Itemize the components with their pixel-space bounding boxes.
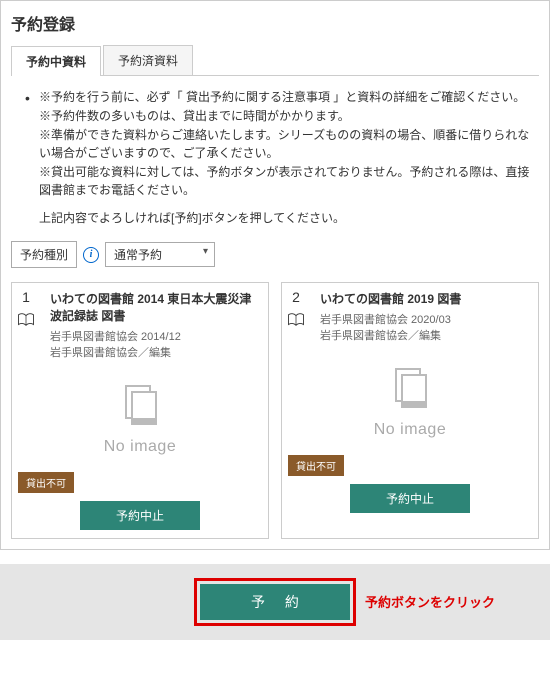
reservation-type-select[interactable]: 通常予約 <box>105 242 215 267</box>
card-image-placeholder: No image <box>282 345 538 449</box>
info-line: ※貸出可能な資料に対しては、予約ボタンが表示されておりません。予約される際は、直… <box>39 163 539 199</box>
reservation-type-row: 予約種別 i 通常予約 <box>11 241 539 268</box>
unavailable-badge: 貸出不可 <box>18 472 74 493</box>
card-number: 1 <box>12 283 40 311</box>
info-icon[interactable]: i <box>83 247 99 263</box>
card-meta: 岩手県図書館協会 2020/03 <box>320 312 528 329</box>
noimage-text: No image <box>374 421 446 439</box>
tab-reserved[interactable]: 予約済資料 <box>103 45 193 75</box>
info-line: ※予約を行う前に、必ず「 貸出予約に関する注意事項 」と資料の詳細をご確認くださ… <box>39 88 539 106</box>
card-meta: 岩手県図書館協会 2014/12 <box>50 329 258 346</box>
info-line: 上記内容でよろしければ[予約]ボタンを押してください。 <box>39 209 539 227</box>
noimage-text: No image <box>104 438 176 456</box>
tab-reserving[interactable]: 予約中資料 <box>11 46 101 76</box>
reserve-button[interactable]: 予 約 <box>200 584 350 620</box>
card-meta: 岩手県図書館協会／編集 <box>320 328 528 345</box>
cancel-reservation-button[interactable]: 予約中止 <box>350 484 470 513</box>
book-icon <box>282 311 310 330</box>
action-bar: 予 約 予約ボタンをクリック <box>0 564 550 640</box>
reserve-instruction: 予約ボタンをクリック <box>365 592 495 611</box>
reservation-card: 1 いわての図書館 2014 東日本大震災津波記録誌 図書 岩手県図書館協会 2… <box>11 282 269 539</box>
card-title: いわての図書館 2019 図書 <box>320 291 528 308</box>
card-title: いわての図書館 2014 東日本大震災津波記録誌 図書 <box>50 291 258 325</box>
cards-container: 1 いわての図書館 2014 東日本大震災津波記録誌 図書 岩手県図書館協会 2… <box>11 282 539 539</box>
info-list: ※予約を行う前に、必ず「 貸出予約に関する注意事項 」と資料の詳細をご確認くださ… <box>11 88 539 227</box>
info-line: ※予約件数の多いものは、貸出までに時間がかかります。 <box>39 107 539 125</box>
card-number: 2 <box>282 283 310 311</box>
unavailable-badge: 貸出不可 <box>288 455 344 476</box>
tabs: 予約中資料 予約済資料 <box>11 45 539 76</box>
cancel-reservation-button[interactable]: 予約中止 <box>80 501 200 530</box>
reservation-card: 2 いわての図書館 2019 図書 岩手県図書館協会 2020/03 岩手県図書… <box>281 282 539 539</box>
card-meta: 岩手県図書館協会／編集 <box>50 345 258 362</box>
noimage-icon <box>120 382 160 432</box>
noimage-icon <box>390 365 430 415</box>
card-image-placeholder: No image <box>12 362 268 466</box>
page-title: 予約登録 <box>11 11 539 35</box>
reserve-button-highlight: 予 約 <box>194 578 356 626</box>
info-line: ※準備ができた資料からご連絡いたします。シリーズものの資料の場合、順番に借りられ… <box>39 126 539 162</box>
reservation-type-label: 予約種別 <box>11 241 77 268</box>
book-icon <box>12 311 40 330</box>
